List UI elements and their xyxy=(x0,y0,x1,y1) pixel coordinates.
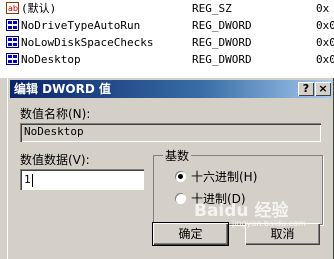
edit-dword-dialog: 编辑 DWORD 值 ? × 数值名称(N): NoDesktop 数值数据(V… xyxy=(7,77,334,259)
registry-value-data: 0x0 xyxy=(316,36,334,49)
text-cursor xyxy=(31,173,33,187)
binary-value-icon xyxy=(6,53,19,65)
radio-decimal-button[interactable] xyxy=(175,193,186,204)
radio-selected-dot xyxy=(178,174,183,179)
registry-value-name: NoDesktop xyxy=(21,53,81,66)
registry-row-nolowdiskspacechecks[interactable]: NoLowDiskSpaceChecks REG_DWORD 0x0 xyxy=(0,34,334,51)
binary-value-icon xyxy=(6,19,19,31)
registry-value-list: ab (默认) REG_SZ 0x NoDriveTypeAutoRun REG… xyxy=(0,0,334,78)
registry-value-type: REG_SZ xyxy=(192,2,232,15)
binary-value-icon xyxy=(6,36,19,48)
close-icon: × xyxy=(318,82,328,95)
registry-value-data: 0x0 xyxy=(316,53,334,66)
registry-value-data: 0x xyxy=(316,2,330,15)
value-name-label: 数值名称(N): xyxy=(20,107,91,121)
dialog-titlebar[interactable]: 编辑 DWORD 值 ? × xyxy=(10,80,332,98)
registry-value-type: REG_DWORD xyxy=(192,53,252,66)
help-button[interactable]: ? xyxy=(298,82,314,96)
registry-value-name: NoLowDiskSpaceChecks xyxy=(21,36,154,49)
registry-value-data: 0x0 xyxy=(316,19,334,32)
value-data-text: 1 xyxy=(24,173,31,186)
value-name-field: NoDesktop xyxy=(20,123,321,142)
svg-text:ab: ab xyxy=(8,4,18,13)
registry-value-type: REG_DWORD xyxy=(192,36,252,49)
base-groupbox-title: 基数 xyxy=(163,147,192,164)
registry-value-name: NoDriveTypeAutoRun xyxy=(21,19,141,32)
baidu-watermark-url: jingyan.baidu.com xyxy=(232,219,306,228)
radio-hex-button[interactable] xyxy=(175,171,186,182)
help-icon: ? xyxy=(302,82,310,95)
registry-row-default[interactable]: ab (默认) REG_SZ 0x xyxy=(0,0,334,17)
registry-row-nodesktop[interactable]: NoDesktop REG_DWORD 0x0 xyxy=(0,51,334,68)
dialog-title: 编辑 DWORD 值 xyxy=(14,82,111,96)
value-data-label: 数值数据(V): xyxy=(20,153,90,167)
ok-button[interactable]: 确定 xyxy=(152,222,229,246)
baidu-watermark: Baidu 经验 xyxy=(194,201,289,221)
registry-value-name: (默认) xyxy=(21,2,57,15)
value-data-input[interactable]: 1 xyxy=(20,169,144,190)
registry-row-nodrivetypeautorun[interactable]: NoDriveTypeAutoRun REG_DWORD 0x0 xyxy=(0,17,334,34)
string-value-icon: ab xyxy=(6,2,19,14)
radio-hex-label: 十六进制(H) xyxy=(191,170,258,184)
registry-value-type: REG_DWORD xyxy=(192,19,252,32)
close-button[interactable]: × xyxy=(315,82,331,96)
